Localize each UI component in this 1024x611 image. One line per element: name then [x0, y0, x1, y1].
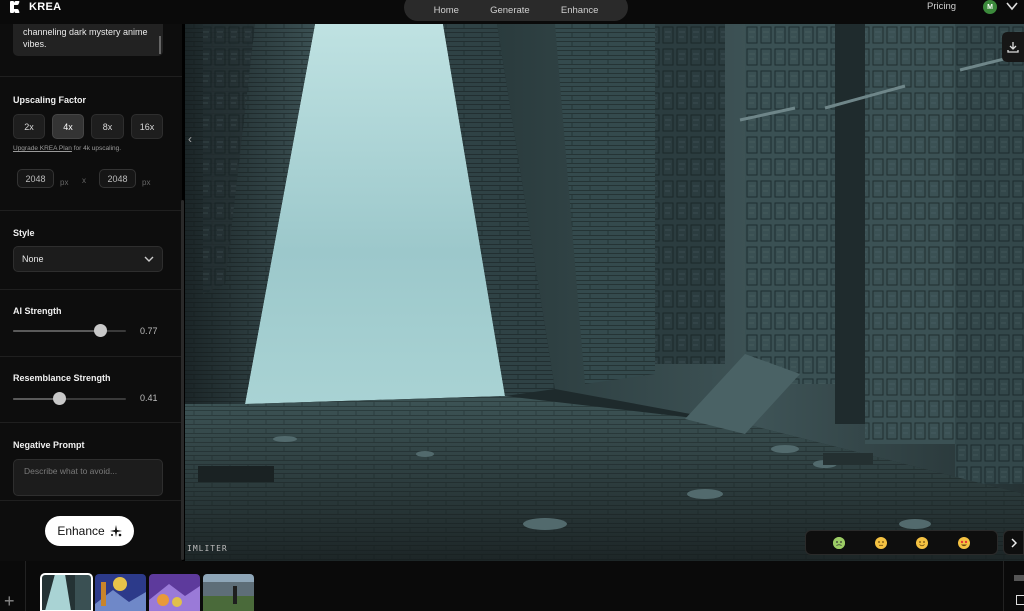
image-watermark: IMLITER [187, 544, 228, 553]
download-button[interactable] [1002, 32, 1024, 62]
upscaling-title: Upscaling Factor [13, 95, 87, 105]
resemblance-slider[interactable] [13, 392, 126, 405]
right-toolbar [1003, 561, 1024, 611]
heart-eyes-face-icon[interactable] [958, 536, 971, 549]
divider [0, 289, 182, 290]
factor-2x-button[interactable]: 2x [13, 114, 45, 139]
factor-8x-button[interactable]: 8x [91, 114, 124, 139]
panel-scrollbar[interactable] [181, 200, 184, 560]
upgrade-note: Upgrade KREA Plan for 4k upscaling. [13, 145, 121, 152]
ai-strength-title: AI Strength [13, 306, 62, 316]
sick-face-icon[interactable] [832, 536, 845, 549]
enhance-label: Enhance [57, 524, 105, 538]
main-nav: Home Generate Enhance [404, 0, 628, 21]
divider [0, 500, 182, 501]
chevron-down-icon[interactable] [1006, 1, 1018, 11]
nav-enhance[interactable]: Enhance [561, 5, 599, 16]
resemblance-value: 0.41 [140, 393, 158, 403]
slider-thumb[interactable] [94, 324, 107, 337]
slider-thumb[interactable] [53, 392, 67, 405]
ai-strength-slider[interactable] [13, 324, 126, 337]
logo-text: KREA [29, 1, 62, 13]
prompt-text: channeling dark mystery anime vibes. [23, 27, 148, 49]
width-input[interactable]: 2048 [17, 169, 54, 188]
next-button[interactable] [1003, 530, 1024, 555]
pricing-link[interactable]: Pricing [927, 1, 956, 12]
style-select[interactable]: None [13, 246, 163, 272]
prompt-input[interactable]: channeling dark mystery anime vibes. [13, 24, 163, 56]
settings-panel: channeling dark mystery anime vibes. Ups… [0, 24, 182, 561]
chevron-right-icon [1010, 537, 1017, 548]
krea-logo-icon [9, 1, 21, 13]
download-icon [1007, 42, 1019, 53]
image-canvas[interactable]: IMLITER ‹ [185, 24, 1024, 561]
divider [0, 76, 182, 77]
top-bar: KREA Home Generate Enhance Pricing M [0, 0, 1024, 24]
avatar[interactable]: M [983, 0, 997, 14]
resize-grip-icon[interactable] [159, 36, 161, 54]
nav-generate[interactable]: Generate [490, 5, 530, 16]
divider [0, 422, 182, 423]
feedback-bar [805, 530, 998, 555]
history-thumbnail[interactable] [149, 574, 200, 611]
enhanced-image [185, 24, 1024, 561]
enhance-button[interactable]: Enhance [45, 516, 134, 546]
upgrade-link[interactable]: Upgrade KREA Plan [13, 145, 72, 152]
logo[interactable]: KREA [9, 0, 61, 14]
toolbar-handle-icon[interactable] [1014, 575, 1024, 581]
history-thumbnail[interactable] [203, 574, 254, 611]
height-input[interactable]: 2048 [99, 169, 136, 188]
divider [0, 356, 182, 357]
history-thumbnail[interactable] [95, 574, 146, 611]
style-title: Style [13, 228, 35, 238]
divider [25, 561, 26, 611]
factor-16x-button[interactable]: 16x [131, 114, 163, 139]
nav-home[interactable]: Home [434, 5, 459, 16]
upgrade-suffix: for 4k upscaling. [71, 145, 122, 152]
chevron-left-icon[interactable]: ‹ [188, 132, 192, 146]
negative-prompt-title: Negative Prompt [13, 440, 85, 450]
compare-icon[interactable] [1016, 595, 1024, 605]
style-selected-value: None [22, 254, 44, 264]
ai-strength-value: 0.77 [140, 326, 158, 336]
smiling-face-icon[interactable] [916, 536, 929, 549]
slider-fill [13, 330, 100, 332]
resemblance-title: Resemblance Strength [13, 373, 111, 383]
width-unit: px [60, 178, 69, 187]
chevron-down-icon [144, 256, 154, 262]
factor-4x-button[interactable]: 4x [52, 114, 84, 139]
negative-prompt-input[interactable]: Describe what to avoid... [13, 459, 163, 496]
neutral-face-icon[interactable] [874, 536, 887, 549]
height-unit: px [142, 178, 151, 187]
negative-prompt-placeholder: Describe what to avoid... [24, 466, 118, 476]
add-icon[interactable]: + [4, 592, 15, 610]
history-strip: + [0, 561, 1024, 611]
divider [0, 210, 182, 211]
sparkle-icon [109, 525, 122, 537]
history-thumbnail[interactable] [40, 573, 93, 611]
dimension-separator: x [82, 176, 86, 185]
